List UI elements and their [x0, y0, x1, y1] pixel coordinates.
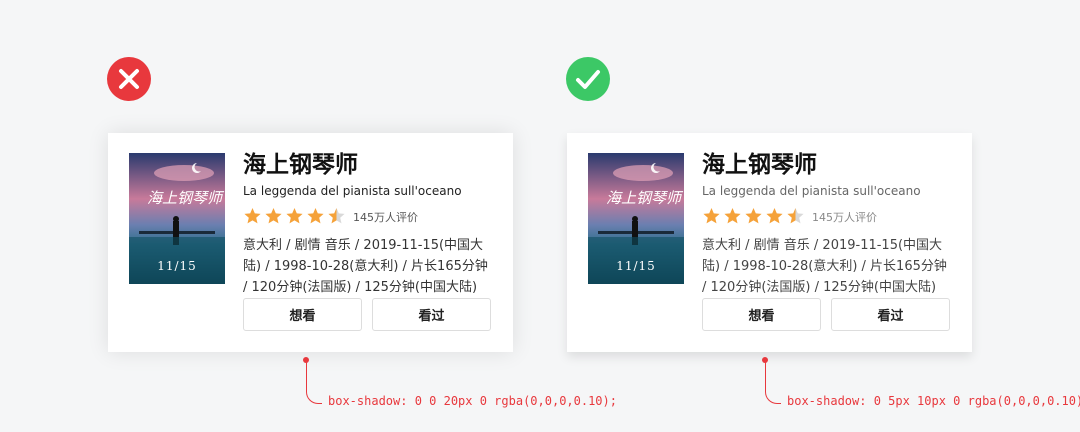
right-status-icon [566, 57, 610, 101]
css-note-right: box-shadow: 0 5px 10px 0 rgba(0,0,0,0.10… [787, 394, 1080, 408]
movie-card-wrong: 海上钢琴师 11/15 海上钢琴师 La leggenda del pianis… [108, 133, 513, 352]
star-icon [244, 208, 261, 224]
annotation-leader-line [765, 362, 781, 404]
movie-original-title: La leggenda del pianista sull'oceano [702, 184, 921, 198]
movie-info: 意大利 / 剧情 音乐 / 2019-11-15(中国大陆) / 1998-10… [702, 238, 947, 295]
star-icon [787, 208, 804, 224]
poster-date: 11/15 [616, 259, 656, 273]
star-icon [703, 208, 720, 224]
star-icon [745, 208, 762, 224]
svg-text:海上钢琴师: 海上钢琴师 [606, 189, 684, 207]
star-icon [286, 208, 303, 224]
star-icon [307, 208, 324, 224]
movie-original-title: La leggenda del pianista sull'oceano [243, 184, 462, 198]
star-icon [724, 208, 741, 224]
star-icon [265, 208, 282, 224]
movie-poster: 海上钢琴师 11/15 [588, 153, 684, 284]
want-to-watch-button[interactable]: 想看 [702, 298, 821, 331]
watched-button[interactable]: 看过 [831, 298, 950, 331]
movie-title: 海上钢琴师 [702, 152, 817, 178]
annotation-leader-line [306, 362, 322, 404]
rating-stars [243, 207, 348, 225]
star-icon [328, 208, 345, 224]
css-note-wrong: box-shadow: 0 0 20px 0 rgba(0,0,0,0.10); [328, 394, 617, 408]
want-to-watch-button[interactable]: 想看 [243, 298, 362, 331]
star-icon [766, 208, 783, 224]
svg-text:海上钢琴师: 海上钢琴师 [147, 189, 225, 207]
rating-count: 145万人评价 [353, 211, 418, 224]
rating-count: 145万人评价 [812, 211, 877, 224]
movie-info: 意大利 / 剧情 音乐 / 2019-11-15(中国大陆) / 1998-10… [243, 238, 488, 295]
rating-stars [702, 207, 807, 225]
movie-title: 海上钢琴师 [243, 152, 358, 178]
poster-date: 11/15 [157, 259, 197, 273]
movie-card-right: 海上钢琴师 11/15 海上钢琴师 La leggenda del pianis… [567, 133, 972, 352]
watched-button[interactable]: 看过 [372, 298, 491, 331]
wrong-status-icon [107, 57, 151, 101]
movie-poster: 海上钢琴师 11/15 [129, 153, 225, 284]
